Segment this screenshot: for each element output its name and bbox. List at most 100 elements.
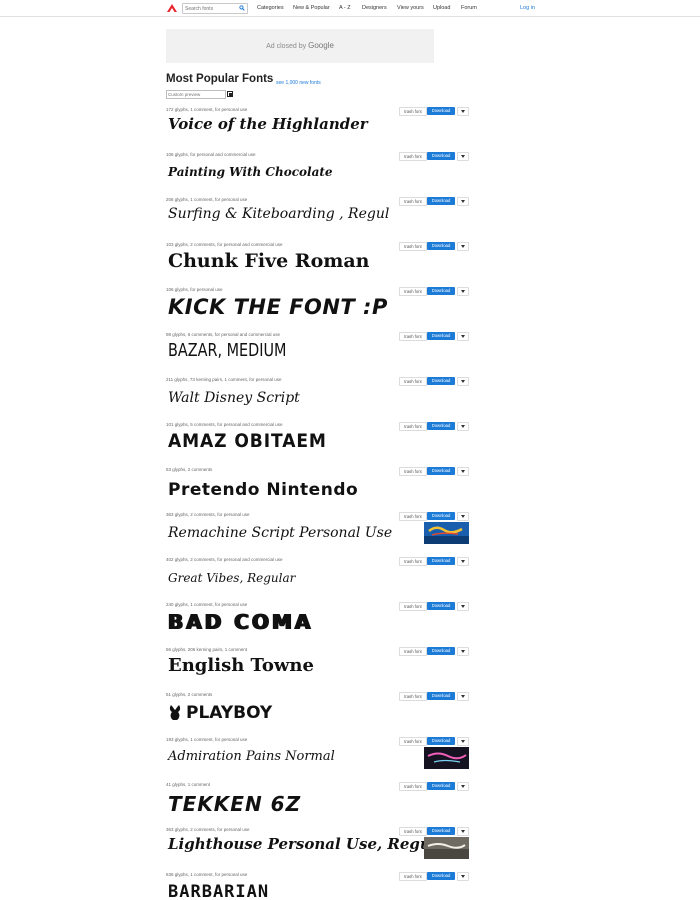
font-preview[interactable]: Walt Disney Script bbox=[168, 391, 300, 405]
font-preview[interactable]: BARBARIAN bbox=[168, 884, 269, 900]
trash-font-button[interactable]: trash font bbox=[399, 467, 427, 476]
font-row: 103 glyphs, 2 comments, for personal and… bbox=[166, 242, 470, 287]
more-options-button[interactable] bbox=[457, 197, 469, 206]
font-preview[interactable]: Lighthouse Personal Use, Regul bbox=[168, 837, 437, 852]
download-button[interactable]: Download bbox=[427, 782, 455, 790]
download-button[interactable]: Download bbox=[427, 197, 455, 205]
nav-view-yours[interactable]: View yours bbox=[397, 5, 424, 11]
search-icon[interactable] bbox=[239, 5, 245, 11]
more-options-button[interactable] bbox=[457, 332, 469, 341]
download-button[interactable]: Download bbox=[427, 242, 455, 250]
more-options-button[interactable] bbox=[457, 242, 469, 251]
font-meta: 211 glyphs, 73 kerning pairs, 1 comment,… bbox=[166, 377, 282, 382]
trash-font-button[interactable]: trash font bbox=[399, 647, 427, 656]
font-row: 402 glyphs, 2 comments, for personal and… bbox=[166, 557, 470, 602]
site-logo-icon[interactable] bbox=[166, 2, 178, 14]
nav-a-z[interactable]: A - Z bbox=[339, 5, 351, 11]
search-input[interactable] bbox=[185, 4, 235, 13]
trash-font-button[interactable]: trash font bbox=[399, 107, 427, 116]
download-button[interactable]: Download bbox=[427, 422, 455, 430]
trash-font-button[interactable]: trash font bbox=[399, 197, 427, 206]
download-button[interactable]: Download bbox=[427, 467, 455, 475]
trash-font-button[interactable]: trash font bbox=[399, 422, 427, 431]
more-options-button[interactable] bbox=[457, 872, 469, 881]
trash-font-button[interactable]: trash font bbox=[399, 287, 427, 296]
trash-font-button[interactable]: trash font bbox=[399, 332, 427, 341]
font-preview[interactable]: PLAYBOY bbox=[186, 705, 272, 722]
more-options-button[interactable] bbox=[457, 152, 469, 161]
copy-preview-icon[interactable] bbox=[227, 91, 234, 98]
more-options-button[interactable] bbox=[457, 422, 469, 431]
font-thumbnail[interactable] bbox=[424, 747, 469, 769]
download-button[interactable]: Download bbox=[427, 647, 455, 655]
font-preview[interactable]: Surfing & Kiteboarding , Regul bbox=[168, 207, 389, 221]
download-button[interactable]: Download bbox=[427, 827, 455, 835]
download-button[interactable]: Download bbox=[427, 602, 455, 610]
font-meta: 240 glyphs, 1 comment, for personal use bbox=[166, 602, 248, 607]
font-meta: 51 glyphs, 2 comments bbox=[166, 692, 213, 697]
trash-font-button[interactable]: trash font bbox=[399, 692, 427, 701]
trash-font-button[interactable]: trash font bbox=[399, 782, 427, 791]
more-options-button[interactable] bbox=[457, 827, 469, 836]
more-options-button[interactable] bbox=[457, 287, 469, 296]
more-options-button[interactable] bbox=[457, 377, 469, 386]
font-preview[interactable]: Painting With Chocolate bbox=[168, 166, 333, 178]
trash-font-button[interactable]: trash font bbox=[399, 602, 427, 611]
trash-font-button[interactable]: trash font bbox=[399, 872, 427, 881]
font-meta: 103 glyphs, 2 comments, for personal and… bbox=[166, 242, 283, 247]
download-button[interactable]: Download bbox=[427, 377, 455, 385]
font-meta: 172 glyphs, 1 comment, for personal use bbox=[166, 107, 248, 112]
nav-designers[interactable]: Designers bbox=[362, 5, 387, 11]
more-options-button[interactable] bbox=[457, 647, 469, 656]
download-button[interactable]: Download bbox=[427, 287, 455, 295]
new-fonts-link[interactable]: see 1,000 new fonts bbox=[276, 80, 321, 86]
download-button[interactable]: Download bbox=[427, 737, 455, 745]
nav-categories[interactable]: Categories bbox=[257, 5, 284, 11]
font-preview[interactable]: TEKKEN 6Z bbox=[168, 794, 301, 814]
font-preview[interactable]: English Towne bbox=[168, 657, 314, 675]
more-options-button[interactable] bbox=[457, 467, 469, 476]
more-options-button[interactable] bbox=[457, 692, 469, 701]
font-preview[interactable]: Great Vibes, Regular bbox=[168, 572, 295, 584]
font-preview[interactable]: Remachine Script Personal Use bbox=[168, 526, 392, 540]
trash-font-button[interactable]: trash font bbox=[399, 512, 427, 521]
search-box[interactable] bbox=[182, 3, 248, 14]
custom-preview-input[interactable] bbox=[166, 90, 226, 99]
font-preview[interactable]: BAD COMA bbox=[168, 612, 313, 632]
page-title: Most Popular Fonts bbox=[166, 73, 274, 85]
font-preview[interactable]: Chunk Five Roman bbox=[168, 252, 370, 271]
trash-font-button[interactable]: trash font bbox=[399, 152, 427, 161]
login-link[interactable]: Log in bbox=[520, 5, 535, 11]
nav-new-popular[interactable]: New & Popular bbox=[293, 5, 330, 11]
trash-font-button[interactable]: trash font bbox=[399, 242, 427, 251]
download-button[interactable]: Download bbox=[427, 692, 455, 700]
font-preview[interactable]: AMAZ OBITAEM bbox=[168, 432, 327, 451]
font-meta: 363 glyphs, 2 comments, for personal use bbox=[166, 827, 250, 832]
nav-forum[interactable]: Forum bbox=[461, 5, 477, 11]
more-options-button[interactable] bbox=[457, 107, 469, 116]
font-preview[interactable]: Admiration Pains Normal bbox=[168, 750, 335, 763]
font-thumbnail[interactable] bbox=[424, 522, 469, 544]
more-options-button[interactable] bbox=[457, 782, 469, 791]
font-thumbnail[interactable] bbox=[424, 837, 469, 859]
font-preview[interactable]: KICK THE FONT :P bbox=[168, 297, 388, 318]
font-meta: 193 glyphs, 1 comment, for personal use bbox=[166, 737, 248, 742]
trash-font-button[interactable]: trash font bbox=[399, 377, 427, 386]
more-options-button[interactable] bbox=[457, 557, 469, 566]
more-options-button[interactable] bbox=[457, 602, 469, 611]
trash-font-button[interactable]: trash font bbox=[399, 557, 427, 566]
more-options-button[interactable] bbox=[457, 737, 469, 746]
font-preview[interactable]: Voice of the Highlander bbox=[168, 117, 368, 132]
more-options-button[interactable] bbox=[457, 512, 469, 521]
download-button[interactable]: Download bbox=[427, 512, 455, 520]
trash-font-button[interactable]: trash font bbox=[399, 737, 427, 746]
download-button[interactable]: Download bbox=[427, 332, 455, 340]
font-preview[interactable]: BAZAR, MEDIUM bbox=[168, 342, 286, 360]
nav-upload[interactable]: Upload bbox=[433, 5, 450, 11]
download-button[interactable]: Download bbox=[427, 557, 455, 565]
download-button[interactable]: Download bbox=[427, 872, 455, 880]
font-preview[interactable]: Pretendo Nintendo bbox=[168, 482, 358, 499]
download-button[interactable]: Download bbox=[427, 107, 455, 115]
download-button[interactable]: Download bbox=[427, 152, 455, 160]
font-meta: 101 glyphs, 5 comments, for personal and… bbox=[166, 422, 283, 427]
